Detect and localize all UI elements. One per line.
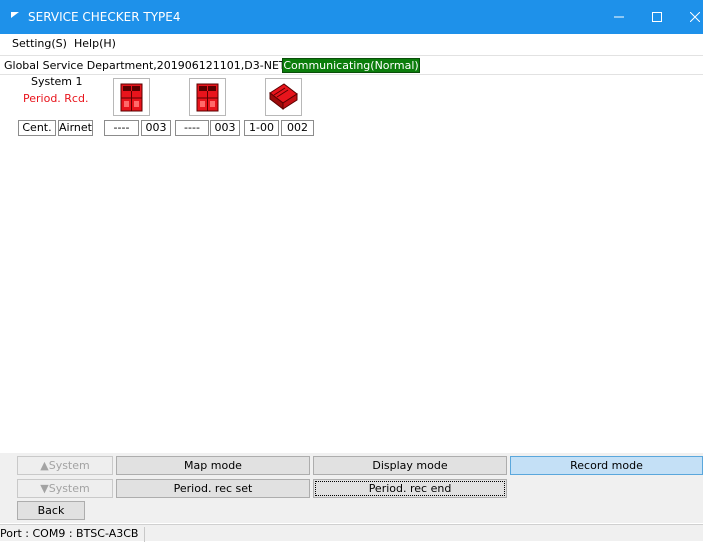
unit-tile-3[interactable] [265, 78, 302, 116]
menu-help[interactable]: Help(H) [74, 37, 116, 50]
period-rec-end-button[interactable]: Period. rec end [313, 479, 507, 498]
system-up-button[interactable]: ▲System [17, 456, 113, 475]
airnet-cell: Airnet [58, 120, 93, 136]
unit-tile-1[interactable] [113, 78, 150, 116]
address-cell-6: 002 [281, 120, 314, 136]
department-info: Global Service Department,201906121101,D… [4, 59, 286, 72]
period-record-label: Period. Rcd. [23, 92, 89, 105]
menu-divider [0, 55, 703, 56]
minimize-icon [614, 16, 624, 18]
address-cell-5: 1-00 [244, 120, 279, 136]
map-mode-button[interactable]: Map mode [116, 456, 310, 475]
address-cell-3: ---- [175, 120, 209, 136]
menu-bar: Setting(S) Help(H) [0, 34, 703, 54]
system-down-button[interactable]: ▼System [17, 479, 113, 498]
cent-cell: Cent. [18, 120, 56, 136]
address-cell-1: ---- [104, 120, 139, 136]
record-mode-button[interactable]: Record mode [510, 456, 703, 475]
title-bar: SERVICE CHECKER TYPE4 [0, 0, 703, 34]
system-name: System 1 [31, 75, 83, 88]
address-cell-4: 003 [210, 120, 240, 136]
back-button[interactable]: Back [17, 501, 85, 520]
period-rec-set-button[interactable]: Period. rec set [116, 479, 310, 498]
outdoor-unit-icon [196, 83, 219, 112]
display-mode-button[interactable]: Display mode [313, 456, 507, 475]
menu-setting[interactable]: Setting(S) [12, 37, 67, 50]
close-icon [690, 12, 700, 22]
port-status: Port : COM9 : BTSC-A3CB [0, 527, 146, 542]
address-cell-2: 003 [141, 120, 171, 136]
window-title: SERVICE CHECKER TYPE4 [28, 10, 181, 24]
app-icon [11, 12, 19, 18]
communication-status-badge: Communicating(Normal) [282, 58, 420, 73]
status-bar: Port : COM9 : BTSC-A3CB [0, 524, 703, 542]
header-divider [0, 74, 703, 75]
unit-tile-2[interactable] [189, 78, 226, 116]
outdoor-unit-icon [120, 83, 143, 112]
indoor-unit-icon [269, 83, 298, 111]
close-button[interactable] [672, 0, 703, 34]
maximize-icon [652, 12, 662, 22]
